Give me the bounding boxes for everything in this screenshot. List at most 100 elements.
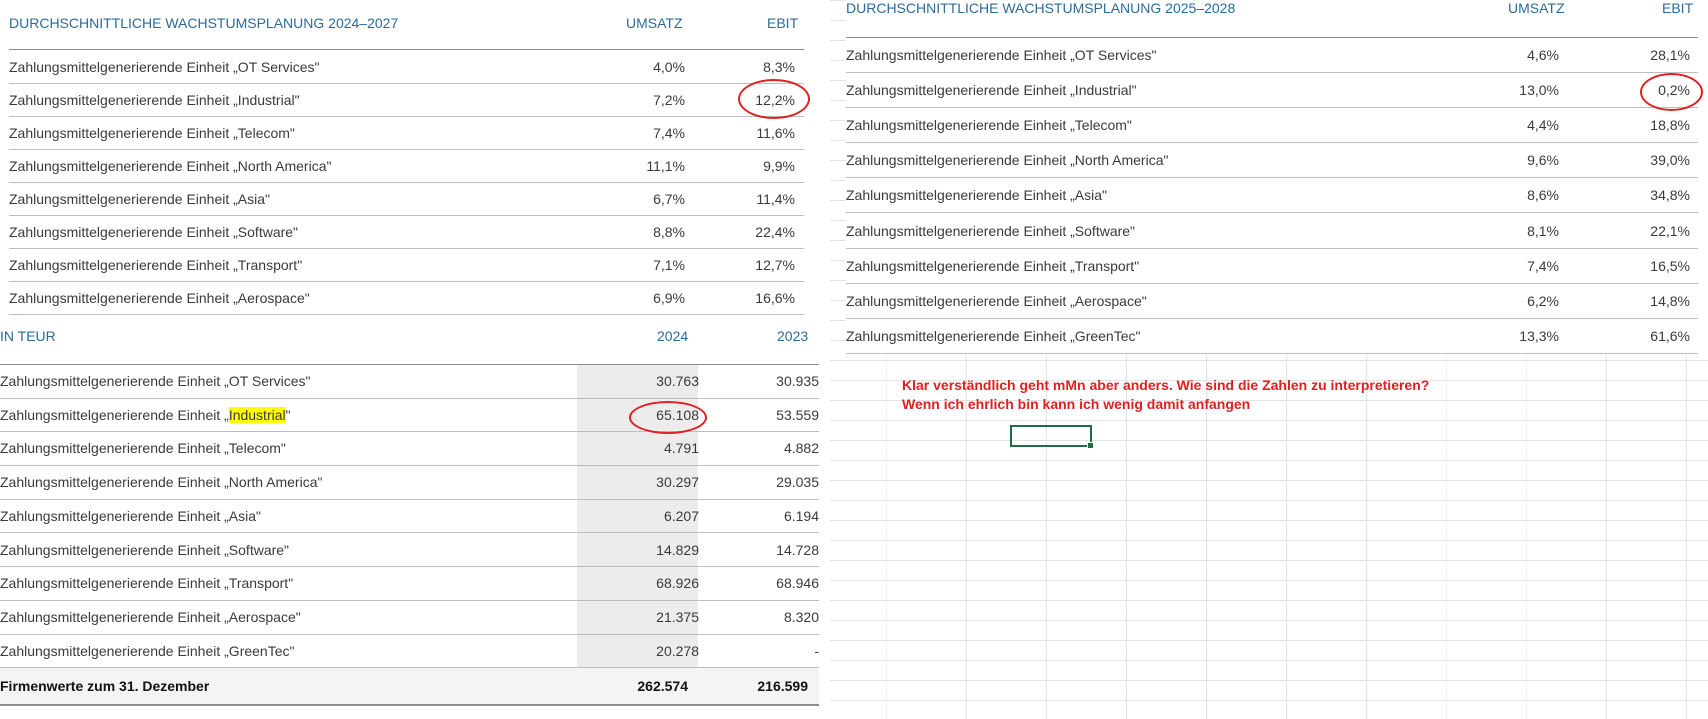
value-2023: 6.194 — [783, 507, 819, 524]
table-title: IN TEUR — [0, 328, 56, 344]
value-2024: 30.297 — [656, 474, 699, 491]
table-row: Zahlungsmittelgenerierende Einheit „OT S… — [0, 365, 819, 399]
umsatz-value: 9,6% — [1527, 152, 1559, 169]
col-header-umsatz: UMSATZ — [626, 15, 683, 31]
umsatz-value: 4,6% — [1527, 47, 1559, 63]
row-label-prefix: Zahlungsmittelgenerierende Einheit „ — [0, 406, 229, 423]
umsatz-value: 8,6% — [1527, 187, 1559, 204]
comment-line-1: Klar verständlich geht mMn aber anders. … — [902, 377, 1430, 393]
value-2023: 68.946 — [776, 575, 819, 592]
umsatz-value: 6,7% — [653, 191, 685, 207]
row-label: Zahlungsmittelgenerierende Einheit „Nort… — [9, 158, 332, 174]
comment-text: Klar verständlich geht mMn aber anders. … — [902, 376, 1429, 414]
active-cell[interactable] — [1010, 425, 1094, 449]
value-2024: 68.926 — [656, 575, 699, 592]
ebit-value: 11,6% — [756, 125, 795, 141]
value-2023: 14.728 — [776, 541, 819, 558]
table-row: Zahlungsmittelgenerierende Einheit „Tran… — [0, 567, 819, 601]
umsatz-value: 8,8% — [653, 224, 685, 240]
row-label: Zahlungsmittelgenerierende Einheit „Aero… — [9, 290, 310, 306]
ebit-value: 16,6% — [755, 290, 795, 306]
row-label: Zahlungsmittelgenerierende Einheit „Indu… — [0, 406, 291, 423]
value-2023: 53.559 — [776, 406, 819, 423]
umsatz-value: 4,0% — [653, 59, 685, 75]
ebit-value: 16,5% — [1650, 257, 1690, 274]
row-label: Zahlungsmittelgenerierende Einheit „Aero… — [846, 292, 1147, 309]
table-row: Zahlungsmittelgenerierende Einheit „Tran… — [846, 249, 1698, 284]
col-header-ebit: EBIT — [1662, 0, 1694, 16]
table-row: Zahlungsmittelgenerierende Einheit „Asia… — [9, 183, 804, 216]
value-2023: 8.320 — [783, 608, 819, 625]
umsatz-value: 13,0% — [1519, 82, 1559, 99]
row-label: Zahlungsmittelgenerierende Einheit „Tele… — [0, 440, 286, 457]
ebit-value: 61,6% — [1650, 327, 1690, 344]
ebit-value: 34,8% — [1650, 187, 1690, 204]
value-2024: 30.763 — [656, 373, 699, 389]
row-label: Zahlungsmittelgenerierende Einheit „Indu… — [9, 92, 300, 108]
table-row: Zahlungsmittelgenerierende Einheit „Tele… — [0, 432, 819, 467]
ebit-value: 0,2% — [1658, 82, 1690, 99]
row-label: Zahlungsmittelgenerierende Einheit „Soft… — [846, 222, 1136, 239]
header-divider — [9, 49, 804, 50]
total-2024: 262.574 — [637, 678, 688, 694]
row-label-suffix: " — [285, 406, 291, 423]
table-row: Zahlungsmittelgenerierende Einheit „OT S… — [846, 38, 1698, 74]
ebit-value: 22,1% — [1650, 222, 1690, 239]
row-label: Zahlungsmittelgenerierende Einheit „OT S… — [846, 47, 1157, 63]
table-row: Zahlungsmittelgenerierende Einheit „Soft… — [0, 534, 819, 568]
col-header-2023: 2023 — [777, 328, 809, 344]
value-2023: - — [814, 642, 819, 659]
umsatz-value: 7,2% — [653, 92, 685, 108]
umsatz-value: 8,1% — [1527, 222, 1559, 239]
row-label: Zahlungsmittelgenerierende Einheit „Indu… — [846, 82, 1137, 99]
table-row: Zahlungsmittelgenerierende Einheit „Aero… — [9, 282, 804, 315]
ebit-value: 39,0% — [1650, 152, 1690, 169]
row-label: Zahlungsmittelgenerierende Einheit „Nort… — [0, 474, 323, 491]
table-row: Zahlungsmittelgenerierende Einheit „Soft… — [846, 214, 1698, 249]
table-row: Zahlungsmittelgenerierende Einheit „Aero… — [0, 601, 819, 635]
row-label: Zahlungsmittelgenerierende Einheit „Nort… — [846, 152, 1169, 169]
row-label: Zahlungsmittelgenerierende Einheit „Soft… — [9, 224, 299, 240]
row-label: Zahlungsmittelgenerierende Einheit „Gree… — [0, 642, 295, 659]
total-2023: 216.599 — [757, 678, 808, 694]
row-label: Zahlungsmittelgenerierende Einheit „OT S… — [9, 59, 320, 75]
ebit-value: 12,2% — [755, 92, 795, 108]
table-row: Zahlungsmittelgenerierende Einheit „Indu… — [0, 399, 819, 433]
comment-line-2: Wenn ich ehrlich bin kann ich wenig dami… — [902, 396, 1251, 412]
value-2024: 21.375 — [656, 608, 699, 625]
umsatz-value: 7,1% — [653, 257, 685, 273]
ebit-value: 11,4% — [756, 191, 795, 207]
row-label: Zahlungsmittelgenerierende Einheit „Aero… — [0, 608, 301, 625]
umsatz-value: 13,3% — [1519, 327, 1559, 344]
goodwill-table: IN TEUR 2024 2023 Zahlungsmittelgenerier… — [0, 318, 830, 719]
umsatz-value: 6,9% — [653, 290, 685, 306]
table-row: Zahlungsmittelgenerierende Einheit „Asia… — [0, 500, 819, 534]
value-2024: 14.829 — [656, 541, 699, 558]
table-row: Zahlungsmittelgenerierende Einheit „Tele… — [9, 117, 804, 150]
row-label: Zahlungsmittelgenerierende Einheit „Asia… — [846, 187, 1108, 204]
value-2024: 20.278 — [656, 642, 699, 659]
ebit-value: 14,8% — [1650, 292, 1690, 309]
table-row: Zahlungsmittelgenerierende Einheit „Nort… — [846, 143, 1698, 179]
value-2023: 4.882 — [783, 440, 819, 457]
ebit-value: 12,7% — [755, 257, 795, 273]
row-label: Zahlungsmittelgenerierende Einheit „Tran… — [9, 257, 303, 273]
table-row: Zahlungsmittelgenerierende Einheit „Soft… — [9, 216, 804, 249]
row-label: Zahlungsmittelgenerierende Einheit „Asia… — [0, 507, 262, 524]
table-title: DURCHSCHNITTLICHE WACHSTUMSPLANUNG 2025–… — [846, 0, 1236, 16]
table-row: Zahlungsmittelgenerierende Einheit „Nort… — [0, 466, 819, 500]
table-row: Zahlungsmittelgenerierende Einheit „Nort… — [9, 150, 804, 183]
col-header-umsatz: UMSATZ — [1508, 0, 1565, 16]
value-2023: 29.035 — [776, 474, 819, 491]
table-header: IN TEUR 2024 2023 — [0, 328, 830, 348]
row-label: Zahlungsmittelgenerierende Einheit „OT S… — [0, 373, 311, 389]
row-label: Zahlungsmittelgenerierende Einheit „Tele… — [846, 117, 1132, 134]
table-row: Zahlungsmittelgenerierende Einheit „Tele… — [846, 108, 1698, 144]
ebit-value: 22,4% — [755, 224, 795, 240]
umsatz-value: 7,4% — [1527, 257, 1559, 274]
row-label: Zahlungsmittelgenerierende Einheit „Tran… — [846, 257, 1140, 274]
value-2024: 6.207 — [663, 507, 699, 524]
table-header: DURCHSCHNITTLICHE WACHSTUMSPLANUNG 2025–… — [846, 0, 1708, 20]
row-label: Zahlungsmittelgenerierende Einheit „Gree… — [846, 327, 1141, 344]
ebit-value: 28,1% — [1650, 47, 1690, 63]
